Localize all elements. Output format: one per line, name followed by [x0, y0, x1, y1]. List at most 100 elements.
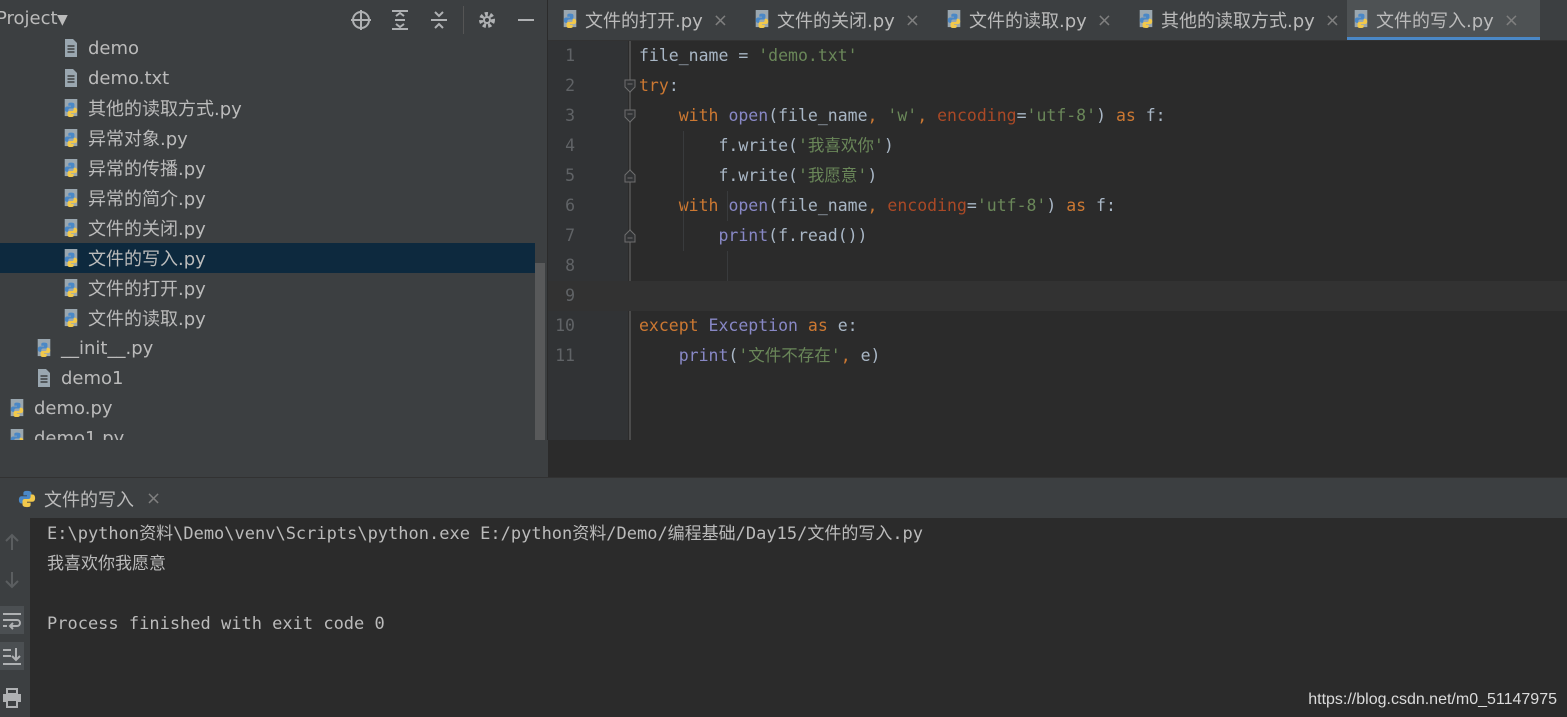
fold-marker-icon[interactable]	[624, 79, 636, 93]
up-arrow-icon[interactable]	[0, 528, 24, 556]
editor-tab[interactable]: 文件的读取.py ×	[940, 0, 1130, 40]
tree-item[interactable]: demo	[0, 33, 535, 63]
expand-all-icon[interactable]	[387, 6, 413, 34]
code-line[interactable]: 2 try:	[548, 71, 1567, 101]
soft-wrap-icon[interactable]	[0, 606, 24, 634]
toolbar-divider	[463, 6, 464, 34]
code-line[interactable]: 3 with open(file_name, 'w', encoding='ut…	[548, 101, 1567, 131]
line-number: 1	[565, 46, 575, 65]
code-editor[interactable]: 1 file_name = 'demo.txt' 2 try: 3 with open(…	[548, 41, 1567, 440]
python-file-icon	[1137, 9, 1155, 31]
code-line[interactable]: 8	[548, 251, 1567, 281]
python-file-icon	[561, 9, 579, 31]
line-number: 3	[565, 106, 575, 125]
tree-item-label: demo1	[61, 367, 124, 389]
tree-item[interactable]: 其他的读取方式.py	[0, 93, 535, 123]
tree-item[interactable]: demo.py	[0, 393, 535, 423]
tree-item[interactable]: demo.txt	[0, 63, 535, 93]
project-title[interactable]: Project	[0, 8, 58, 29]
editor-tab[interactable]: 文件的关闭.py ×	[748, 0, 938, 40]
text-file-icon	[35, 367, 53, 389]
close-icon[interactable]: ×	[713, 10, 728, 31]
tree-item[interactable]: __init__.py	[0, 333, 535, 363]
code-line[interactable]: 10 except Exception as e:	[548, 311, 1567, 341]
line-number: 9	[565, 286, 575, 305]
code-line[interactable]: 9	[548, 281, 1567, 311]
python-file-icon	[753, 9, 771, 31]
python-file-icon	[62, 247, 80, 269]
line-number: 4	[565, 136, 575, 155]
tree-item[interactable]: 异常的传播.py	[0, 153, 535, 183]
watermark: https://blog.csdn.net/m0_51147975	[1308, 691, 1557, 708]
line-number: 2	[565, 76, 575, 95]
close-icon[interactable]: ×	[146, 488, 161, 509]
console-line: E:\python资料\Demo\venv\Scripts\python.exe…	[47, 524, 924, 544]
project-tool-window: Project ▼ demo demo.txt 其他的读取方式.py 异常对象.py 异…	[0, 0, 547, 477]
tree-item-label: demo.py	[34, 397, 113, 419]
code-line[interactable]: 1 file_name = 'demo.txt'	[548, 41, 1567, 71]
line-number: 8	[565, 256, 575, 275]
gear-icon[interactable]	[474, 6, 500, 34]
tree-item-label: __init__.py	[61, 337, 154, 359]
python-file-icon	[1352, 9, 1370, 31]
run-tool-window-header: 文件的写入 ×	[0, 477, 1567, 519]
code-text: f.write('我喜欢你')	[639, 136, 894, 155]
tree-item[interactable]: 文件的写入.py	[0, 243, 535, 273]
tree-item-label: demo	[88, 37, 140, 59]
close-icon[interactable]: ×	[1504, 10, 1519, 31]
tree-item[interactable]: demo1	[0, 363, 535, 393]
indent-guide	[727, 191, 728, 221]
code-line[interactable]: 7 print(f.read())	[548, 221, 1567, 251]
tree-item[interactable]: 文件的关闭.py	[0, 213, 535, 243]
code-line[interactable]: 11 print('文件不存在', e)	[548, 341, 1567, 371]
scroll-to-end-icon[interactable]	[0, 642, 24, 670]
tree-item-label: 异常的简介.py	[88, 189, 206, 210]
code-text: try:	[639, 76, 679, 95]
close-icon[interactable]: ×	[1325, 10, 1340, 31]
tree-item-label: 异常的传播.py	[88, 159, 206, 180]
editor-tab-label: 文件的关闭.py	[777, 11, 895, 32]
scrollbar[interactable]	[535, 263, 545, 445]
line-number: 5	[565, 166, 575, 185]
editor-tab[interactable]: 文件的打开.py ×	[556, 0, 746, 40]
fold-marker-icon[interactable]	[624, 229, 636, 243]
tree-item-label: 异常对象.py	[88, 129, 188, 150]
tree-item-label: 文件的写入.py	[88, 249, 206, 270]
python-file-icon	[62, 157, 80, 179]
code-text: print(f.read())	[718, 226, 868, 245]
tree-item[interactable]: 文件的读取.py	[0, 303, 535, 333]
tree-item-label: demo.txt	[88, 67, 170, 89]
editor-tab[interactable]: 文件的写入.py ×	[1347, 0, 1540, 40]
tree-item-label: 文件的读取.py	[88, 309, 206, 330]
run-tab[interactable]: 文件的写入 ×	[0, 478, 161, 519]
code-line[interactable]: 5 f.write('我愿意')	[548, 161, 1567, 191]
editor-tab-label: 其他的读取方式.py	[1161, 11, 1315, 32]
indent-guide	[683, 131, 684, 251]
editor-tab[interactable]: 其他的读取方式.py ×	[1132, 0, 1345, 40]
collapse-all-icon[interactable]	[426, 6, 452, 34]
console-output[interactable]: E:\python资料\Demo\venv\Scripts\python.exe…	[30, 518, 1567, 717]
minimize-icon[interactable]	[513, 6, 539, 34]
close-icon[interactable]: ×	[905, 10, 920, 31]
locate-icon[interactable]	[348, 6, 374, 34]
python-file-icon	[62, 127, 80, 149]
python-file-icon	[62, 277, 80, 299]
editor-empty-area	[548, 440, 1567, 477]
editor-tab-label: 文件的写入.py	[1376, 11, 1494, 32]
close-icon[interactable]: ×	[1097, 10, 1112, 31]
editor-tab-bar: 文件的打开.py × 文件的关闭.py × 文件的读取.py × 其他的读取方式.py × 文件…	[548, 0, 1567, 41]
python-file-icon	[62, 307, 80, 329]
tree-item[interactable]: 异常对象.py	[0, 123, 535, 153]
fold-marker-icon[interactable]	[624, 109, 636, 123]
code-line[interactable]: 6 with open(file_name, encoding='utf-8')…	[548, 191, 1567, 221]
chevron-down-icon[interactable]: ▼	[57, 12, 68, 28]
tree-item[interactable]: 文件的打开.py	[0, 273, 535, 303]
tree-item[interactable]: 异常的简介.py	[0, 183, 535, 213]
code-line[interactable]: 4 f.write('我喜欢你')	[548, 131, 1567, 161]
print-icon[interactable]	[0, 684, 24, 712]
fold-marker-icon[interactable]	[624, 169, 636, 183]
code-text: except Exception as e:	[639, 316, 858, 335]
console-line: Process finished with exit code 0	[47, 614, 385, 634]
code-text: file_name = 'demo.txt'	[639, 46, 858, 65]
down-arrow-icon[interactable]	[0, 566, 24, 594]
